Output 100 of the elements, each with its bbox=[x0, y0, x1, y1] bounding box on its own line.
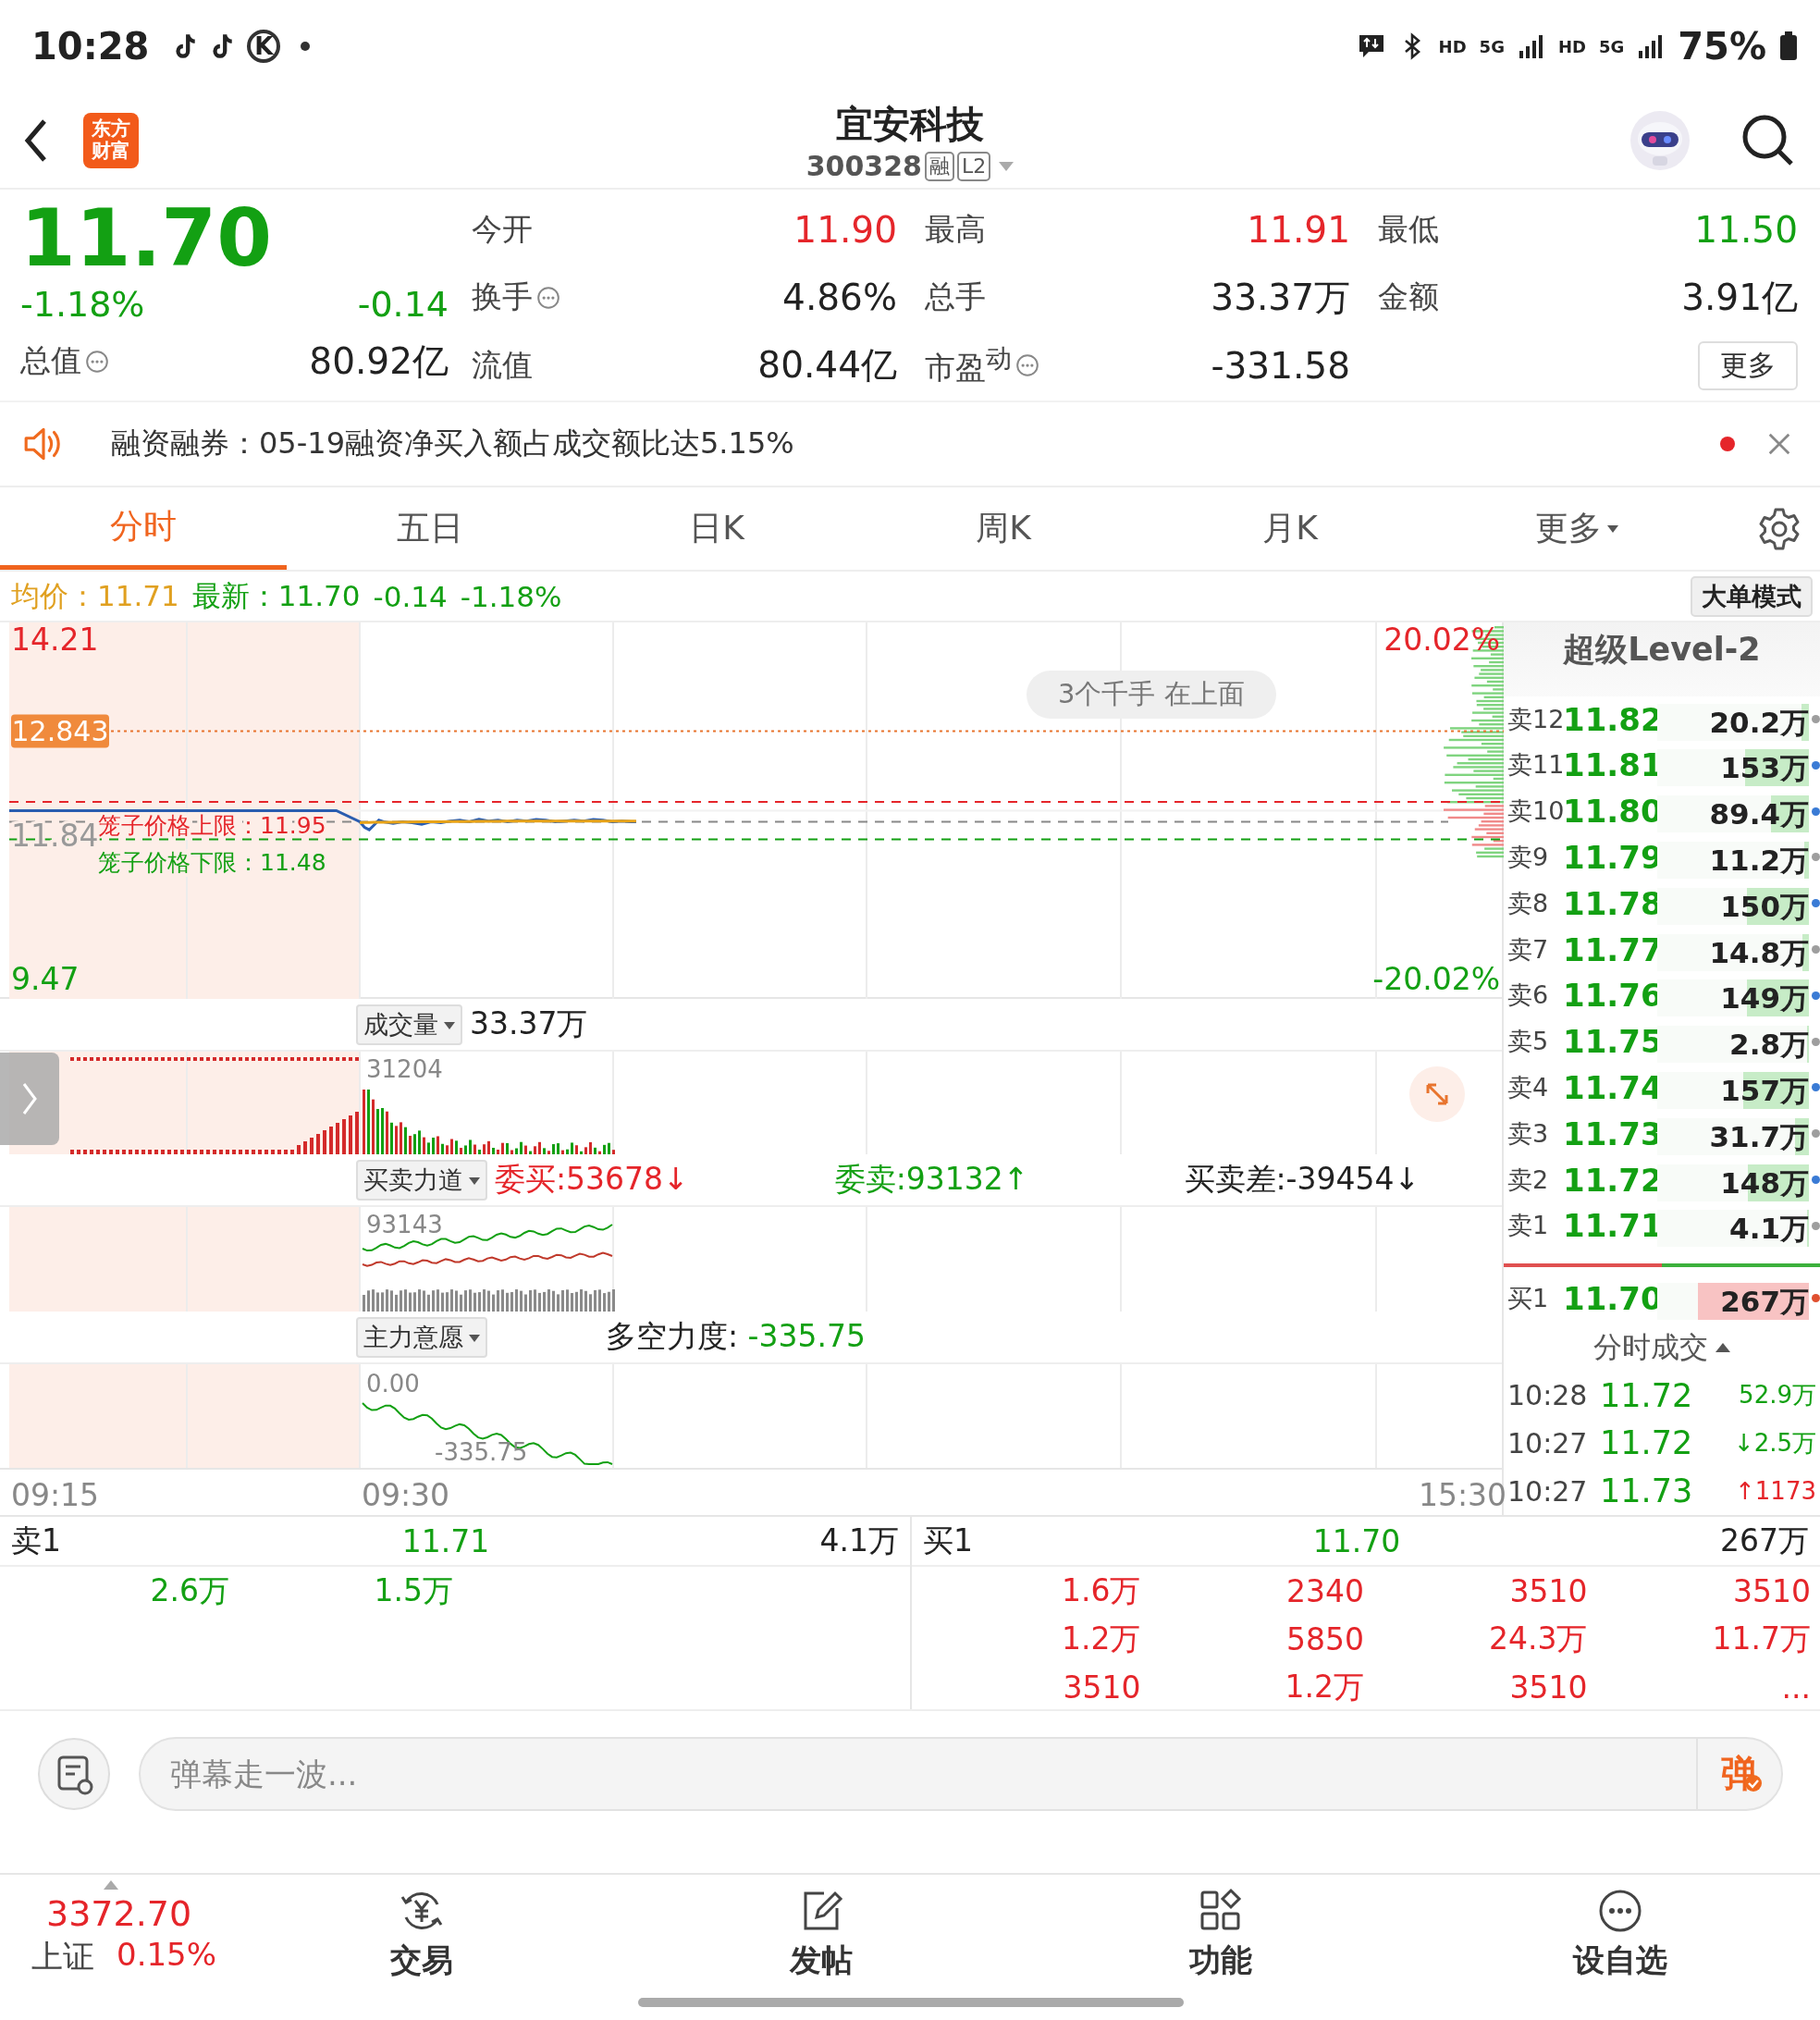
order-level-label: 卖10 bbox=[1507, 795, 1563, 828]
queue-order: 1.2万 bbox=[1061, 1619, 1142, 1658]
side-panel-handle[interactable] bbox=[0, 1053, 59, 1145]
order-volume: 89.4万 bbox=[1709, 796, 1809, 833]
stat-label: 今开 bbox=[472, 210, 533, 249]
stat-value: 11.50 bbox=[1694, 209, 1798, 251]
nav-item[interactable]: 交易 bbox=[390, 1875, 453, 1982]
queue-order: 3510 bbox=[1508, 1669, 1589, 1706]
order-level-label: 卖8 bbox=[1507, 887, 1550, 919]
expand-icon[interactable] bbox=[1409, 1066, 1465, 1122]
trade-time: 10:27 bbox=[1507, 1474, 1589, 1508]
index-change: 0.15% bbox=[117, 1936, 216, 1975]
queue-order: 2.6万 bbox=[149, 1570, 230, 1610]
nav-item[interactable]: 发帖 bbox=[790, 1875, 853, 1982]
info-icon[interactable] bbox=[1015, 353, 1039, 378]
message-icon bbox=[1357, 32, 1385, 60]
stock-tag: 融 bbox=[925, 151, 954, 181]
indicator-selector[interactable]: 成交量 bbox=[356, 1004, 462, 1045]
nav-item[interactable]: 功能 bbox=[1189, 1875, 1252, 1982]
change-amount: -0.14 bbox=[357, 284, 449, 325]
trade-price: 11.73 bbox=[1600, 1472, 1694, 1510]
chart-tab[interactable]: 更多 bbox=[1433, 487, 1720, 570]
change-amount: -0.14 bbox=[373, 579, 448, 613]
order-volume: 31.7万 bbox=[1709, 1118, 1809, 1155]
close-icon[interactable] bbox=[1766, 431, 1792, 457]
order-volume: 150万 bbox=[1720, 888, 1809, 925]
bid-volume: 委买:53678↓ bbox=[495, 1160, 689, 1199]
chart-tab[interactable]: 周K bbox=[860, 487, 1147, 570]
stat-value: 33.37万 bbox=[1211, 275, 1350, 320]
panel-title: 超级Level-2 bbox=[1504, 622, 1820, 696]
order-price: 11.76 bbox=[1563, 977, 1657, 1015]
queue-volume: 4.1万 bbox=[818, 1521, 899, 1560]
app-logo: 东方 财富 bbox=[83, 112, 139, 168]
axis-label: 20.02% bbox=[1383, 622, 1500, 658]
order-level-label: 卖5 bbox=[1507, 1026, 1550, 1058]
caret-icon bbox=[469, 1177, 480, 1185]
settings-icon[interactable] bbox=[1757, 506, 1802, 551]
order-level-label: 卖7 bbox=[1507, 933, 1550, 966]
info-icon[interactable] bbox=[85, 349, 109, 374]
stat-value: 3.91亿 bbox=[1681, 275, 1798, 320]
battery-icon bbox=[1779, 31, 1798, 61]
average-price: 均价：11.71 bbox=[11, 577, 179, 614]
stat-label: 流值 bbox=[472, 345, 533, 385]
index-quote[interactable]: 3372.70 上证 0.15% bbox=[0, 1875, 222, 2020]
alert-bubble[interactable]: 3个千手 在上面 bbox=[1027, 671, 1276, 719]
signal-icon bbox=[1517, 32, 1545, 60]
chart-tab[interactable]: 五日 bbox=[287, 487, 573, 570]
indicator-selector[interactable]: 主力意愿 bbox=[356, 1316, 487, 1358]
ask-volume: 委卖:93132↑ bbox=[834, 1160, 1029, 1199]
axis-label: 9.47 bbox=[11, 961, 80, 997]
dot-icon bbox=[301, 42, 311, 51]
change-percent: -1.18% bbox=[460, 579, 562, 613]
queue-order: ... bbox=[1780, 1669, 1812, 1706]
stat-value: 80.44亿 bbox=[757, 343, 897, 388]
trades-title[interactable]: 分时成交 bbox=[1593, 1327, 1708, 1367]
axis-label: 31204 bbox=[366, 1055, 443, 1083]
time-label: 15:30 bbox=[1419, 1477, 1507, 1513]
caret-icon bbox=[104, 1880, 118, 1890]
queue-price: 11.71 bbox=[400, 1522, 491, 1559]
nav-item[interactable]: 设自选 bbox=[1573, 1875, 1667, 1982]
time-label: 09:30 bbox=[362, 1477, 450, 1513]
big-order-mode-button[interactable]: 大单模式 bbox=[1691, 575, 1813, 617]
stat-value: 11.91 bbox=[1247, 209, 1350, 251]
order-volume: 148万 bbox=[1720, 1164, 1809, 1201]
order-level-label: 卖2 bbox=[1507, 1164, 1550, 1196]
axis-label: 0.00 bbox=[366, 1370, 420, 1398]
caret-icon[interactable] bbox=[999, 161, 1015, 171]
index-name: 上证 bbox=[31, 1937, 94, 1977]
queue-label: 买1 bbox=[923, 1521, 974, 1560]
notice-text[interactable]: 融资融券：05-19融资净买入额占成交额比达5.15% bbox=[111, 424, 794, 464]
order-price: 11.77 bbox=[1563, 930, 1657, 968]
info-icon[interactable] bbox=[536, 285, 560, 310]
message-settings-icon[interactable] bbox=[37, 1736, 111, 1811]
stat-label: 总值 bbox=[20, 341, 81, 380]
time-label: 09:15 bbox=[11, 1477, 100, 1513]
order-volume: 149万 bbox=[1720, 980, 1809, 1017]
stat-label: 总手 bbox=[925, 277, 986, 317]
order-volume: 20.2万 bbox=[1709, 704, 1809, 741]
price-marker: 12.843 bbox=[11, 714, 109, 748]
indicator-selector[interactable]: 买卖力道 bbox=[356, 1159, 487, 1201]
cage-price-label: 笼子价格下限：11.48 bbox=[98, 849, 326, 877]
chart-tab[interactable]: 月K bbox=[1147, 487, 1433, 570]
axis-label: -20.02% bbox=[1372, 961, 1500, 997]
order-price: 11.75 bbox=[1563, 1023, 1657, 1061]
order-volume: 267万 bbox=[1720, 1283, 1809, 1320]
queue-volume: 267万 bbox=[1719, 1521, 1809, 1560]
caret-icon bbox=[444, 1022, 455, 1029]
trade-price: 11.72 bbox=[1600, 1424, 1694, 1462]
caret-icon bbox=[1607, 524, 1618, 533]
queue-order: 3510 bbox=[1508, 1572, 1589, 1609]
queue-order: 11.7万 bbox=[1711, 1619, 1812, 1658]
volume-total: 33.37万 bbox=[470, 1004, 588, 1043]
order-price: 11.71 bbox=[1563, 1207, 1657, 1245]
order-volume: 14.8万 bbox=[1709, 934, 1809, 971]
order-volume: 2.8万 bbox=[1729, 1027, 1809, 1064]
order-level-label: 卖6 bbox=[1507, 979, 1550, 1012]
order-level-label: 卖12 bbox=[1507, 703, 1563, 735]
queue-order: 3510 bbox=[1062, 1669, 1142, 1706]
chart-tab[interactable]: 日K bbox=[573, 487, 860, 570]
more-button[interactable]: 更多 bbox=[1698, 340, 1798, 390]
